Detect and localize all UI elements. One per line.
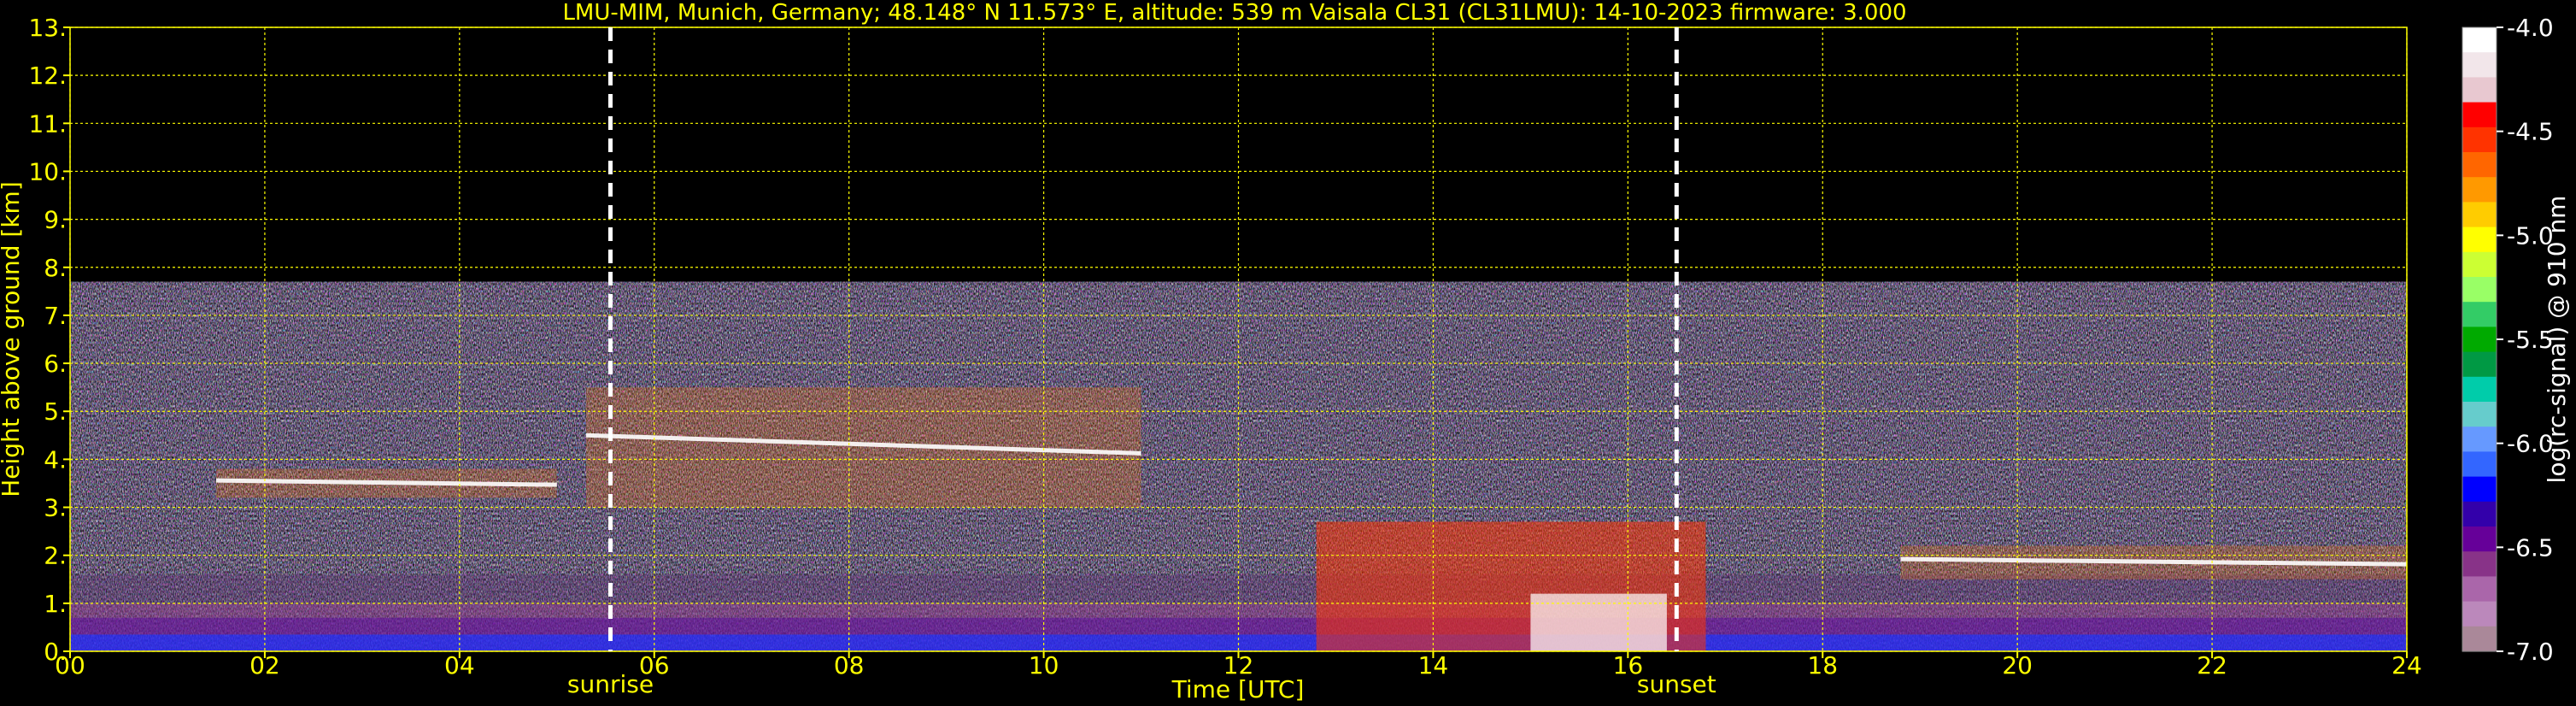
colorbar-swatch xyxy=(2462,551,2497,577)
x-tick-label: 20 xyxy=(2002,651,2033,680)
colorbar-tick-label: -4.0 xyxy=(2507,14,2554,42)
colorbar-swatch xyxy=(2462,576,2497,603)
x-tick-label: 24 xyxy=(2391,651,2422,680)
colorbar-label: log(rc-signal) @ 910 nm xyxy=(2543,196,2571,484)
annotation-label: sunrise xyxy=(567,670,654,698)
colorbar-swatch xyxy=(2462,27,2497,53)
chart-title: LMU-MIM, Munich, Germany; 48.148° N 11.5… xyxy=(562,0,1906,26)
colorbar-swatch xyxy=(2462,302,2497,327)
y-tick-label: 13. xyxy=(28,14,67,42)
y-tick-label: 8. xyxy=(44,254,67,282)
colorbar-swatch xyxy=(2462,451,2497,478)
y-tick-label: 0. xyxy=(44,638,67,666)
y-tick-label: 7. xyxy=(44,302,67,330)
colorbar-swatch xyxy=(2462,527,2497,552)
colorbar-swatch xyxy=(2462,177,2497,203)
y-axis-label: Height above ground [km] xyxy=(0,181,25,497)
colorbar-swatch xyxy=(2462,102,2497,128)
colorbar-swatch xyxy=(2462,427,2497,452)
plot-area xyxy=(69,26,2408,652)
boundary-layer-band xyxy=(70,603,2407,618)
colorbar-swatch xyxy=(2462,126,2497,153)
annotation-label: sunset xyxy=(1637,670,1716,698)
colorbar-swatch xyxy=(2462,402,2497,427)
y-tick-label: 3. xyxy=(44,494,67,522)
x-tick-label: 18 xyxy=(1807,651,1838,680)
y-tick-label: 4. xyxy=(44,445,67,474)
y-tick-label: 2. xyxy=(44,542,67,570)
x-tick-label: 22 xyxy=(2197,651,2227,680)
colorbar-swatch xyxy=(2462,327,2497,353)
colorbar-swatch xyxy=(2462,626,2497,652)
colorbar-swatch xyxy=(2462,251,2497,278)
feature-precipitation-core xyxy=(1530,593,1667,651)
colorbar-swatch xyxy=(2462,227,2497,253)
colorbar-swatch xyxy=(2462,476,2497,503)
boundary-layer-band xyxy=(70,617,2407,635)
y-axis: 0. 1. 2. 3. 4. 5. 6. 7. 8. 9. 10. 11. 12. 13. xyxy=(28,14,70,666)
y-tick-label: 11. xyxy=(28,109,67,138)
x-tick-label: 04 xyxy=(444,651,475,680)
y-tick-label: 10. xyxy=(28,157,67,185)
colorbar: -4.0-4.5-5.0-5.5-6.0-6.5-7.0 xyxy=(2462,14,2554,666)
feature-cloud-region xyxy=(585,387,1141,508)
x-tick-label: 08 xyxy=(834,651,865,680)
x-tick-label: 14 xyxy=(1418,651,1449,680)
y-tick-label: 9. xyxy=(44,206,67,234)
colorbar-swatch xyxy=(2462,152,2497,178)
colorbar-swatch xyxy=(2462,277,2497,303)
colorbar-tick-label: -7.0 xyxy=(2507,638,2554,666)
y-tick-label: 12. xyxy=(28,62,67,90)
x-tick-label: 02 xyxy=(249,651,280,680)
x-axis-label: Time [UTC] xyxy=(1171,675,1305,703)
y-tick-label: 1. xyxy=(44,590,67,618)
colorbar-swatch xyxy=(2462,202,2497,228)
colorbar-swatch xyxy=(2462,601,2497,627)
colorbar-swatch xyxy=(2462,52,2497,78)
y-tick-label: 5. xyxy=(44,397,67,426)
colorbar-swatch xyxy=(2462,376,2497,403)
colorbar-tick-label: -4.5 xyxy=(2507,118,2554,146)
colorbar-swatch xyxy=(2462,77,2497,103)
colorbar-tick-label: -6.5 xyxy=(2507,533,2554,562)
y-tick-label: 6. xyxy=(44,350,67,378)
colorbar-swatch xyxy=(2462,501,2497,527)
x-tick-label: 10 xyxy=(1029,651,1059,680)
colorbar-swatch xyxy=(2462,351,2497,378)
ceilometer-chart: LMU-MIM, Munich, Germany; 48.148° N 11.5… xyxy=(0,0,2571,703)
